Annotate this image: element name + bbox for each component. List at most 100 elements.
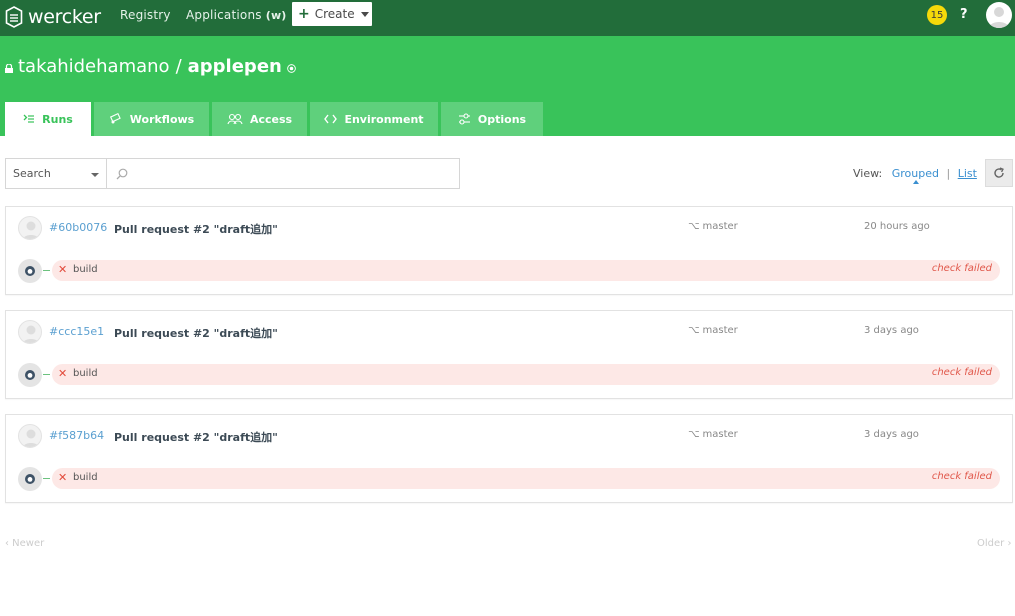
user-silhouette-icon [989, 7, 1009, 28]
pager-newer[interactable]: ‹ Newer [5, 538, 44, 549]
nav-registry[interactable]: Registry [120, 8, 171, 22]
tab-bar: Runs Workflows Access Environment Option… [5, 102, 546, 136]
run-commit-hash[interactable]: #60b0076 [49, 221, 107, 234]
notifications-badge[interactable]: 15 [927, 5, 947, 25]
branch-icon: ⌥ [688, 429, 700, 440]
search-icon [116, 168, 128, 180]
run-message[interactable]: Pull request #2 "draft追加" [114, 221, 278, 237]
run-author-avatar [18, 216, 42, 240]
run-commit-hash[interactable]: #ccc15e1 [49, 325, 104, 338]
run-commit-hash[interactable]: #f587b64 [49, 429, 104, 442]
run-card[interactable]: #ccc15e1 Pull request #2 "draft追加" ⌥ mast… [5, 310, 1013, 399]
run-card[interactable]: #60b0076 Pull request #2 "draft追加" ⌥ mast… [5, 206, 1013, 295]
step-name: build [73, 368, 98, 379]
run-author-avatar [18, 424, 42, 448]
run-message[interactable]: Pull request #2 "draft追加" [114, 429, 278, 445]
step-status: check failed [931, 367, 992, 378]
refresh-icon [994, 167, 1004, 178]
pipeline-step[interactable]: ✕ build check failed [52, 468, 1000, 489]
search-type-select[interactable]: Search [5, 158, 107, 189]
pipeline-step[interactable]: ✕ build check failed [52, 364, 1000, 385]
github-icon[interactable] [287, 64, 296, 73]
step-status: check failed [931, 263, 992, 274]
github-icon [25, 370, 35, 380]
view-divider: | [946, 167, 951, 180]
code-icon [324, 114, 338, 124]
user-silhouette-icon [22, 325, 40, 343]
github-icon [25, 266, 35, 276]
step-status: check failed [931, 471, 992, 482]
run-author-avatar [18, 320, 42, 344]
x-icon: ✕ [58, 367, 68, 380]
run-branch-name: master [702, 325, 738, 336]
run-card[interactable]: #f587b64 Pull request #2 "draft追加" ⌥ mast… [5, 414, 1013, 503]
user-silhouette-icon [22, 429, 40, 447]
tab-options[interactable]: Options [441, 102, 543, 136]
run-branch-name: master [702, 429, 738, 440]
brand-name: wercker [28, 6, 101, 28]
repo-name[interactable]: applepen [188, 56, 282, 77]
view-label: View: [853, 167, 883, 180]
github-icon [25, 474, 35, 484]
pipeline-connector [43, 270, 50, 271]
workflows-icon [109, 113, 121, 124]
tab-environment[interactable]: Environment [310, 102, 438, 136]
view-toggle: View: Grouped | List [853, 167, 977, 184]
step-name: build [73, 264, 98, 275]
create-button[interactable]: + Create [292, 2, 372, 26]
tab-access-label: Access [249, 112, 293, 126]
help-button[interactable]: ? [960, 7, 968, 22]
chevron-down-icon [91, 173, 99, 177]
nav-applications[interactable]: Applications (w) [186, 8, 287, 22]
pipeline-connector [43, 374, 50, 375]
refresh-button[interactable] [985, 159, 1013, 187]
x-icon: ✕ [58, 471, 68, 484]
run-time: 20 hours ago [864, 221, 930, 232]
tab-access[interactable]: Access [212, 102, 307, 136]
tab-environment-label: Environment [344, 112, 424, 126]
branch-icon: ⌥ [688, 221, 700, 232]
pipeline-trigger-node [18, 467, 42, 491]
nav-applications-shortcut: (w) [265, 9, 287, 22]
active-indicator-icon [912, 180, 919, 184]
top-navbar: wercker Registry Applications (w) + Crea… [0, 0, 1015, 36]
wercker-logo-icon [5, 6, 23, 28]
search-type-value: Search [13, 167, 51, 180]
view-list-link[interactable]: List [958, 167, 977, 180]
step-name: build [73, 472, 98, 483]
pipeline-step[interactable]: ✕ build check failed [52, 260, 1000, 281]
lock-icon [5, 63, 13, 73]
run-branch: ⌥ master [688, 221, 738, 232]
tab-runs-label: Runs [42, 112, 73, 126]
run-time: 3 days ago [864, 325, 919, 336]
pager-older[interactable]: Older › [977, 538, 1011, 549]
pipeline-trigger-node [18, 363, 42, 387]
tab-runs[interactable]: Runs [5, 102, 91, 136]
run-time: 3 days ago [864, 429, 919, 440]
run-branch: ⌥ master [688, 429, 738, 440]
tab-workflows[interactable]: Workflows [94, 102, 209, 136]
plus-icon: + [298, 6, 310, 22]
tab-options-label: Options [477, 112, 527, 126]
tab-workflows-label: Workflows [129, 112, 195, 126]
access-icon [227, 113, 243, 125]
chevron-down-icon [360, 11, 369, 17]
create-label: Create [314, 7, 355, 21]
view-grouped-label: Grouped [891, 167, 939, 180]
view-grouped-link[interactable]: Grouped [891, 167, 939, 184]
user-silhouette-icon [22, 221, 40, 239]
x-icon: ✕ [58, 263, 68, 276]
runs-icon [23, 114, 35, 123]
branch-icon: ⌥ [688, 325, 700, 336]
pipeline-connector [43, 478, 50, 479]
nav-applications-label: Applications [186, 8, 262, 22]
repo-owner[interactable]: takahidehamano [18, 56, 170, 77]
pipeline-trigger-node [18, 259, 42, 283]
run-branch-name: master [702, 221, 738, 232]
run-message[interactable]: Pull request #2 "draft追加" [114, 325, 278, 341]
sliders-icon [458, 113, 470, 125]
search-input[interactable] [107, 158, 460, 189]
run-branch: ⌥ master [688, 325, 738, 336]
user-avatar[interactable] [986, 2, 1012, 28]
brand-logo[interactable]: wercker [5, 3, 101, 31]
